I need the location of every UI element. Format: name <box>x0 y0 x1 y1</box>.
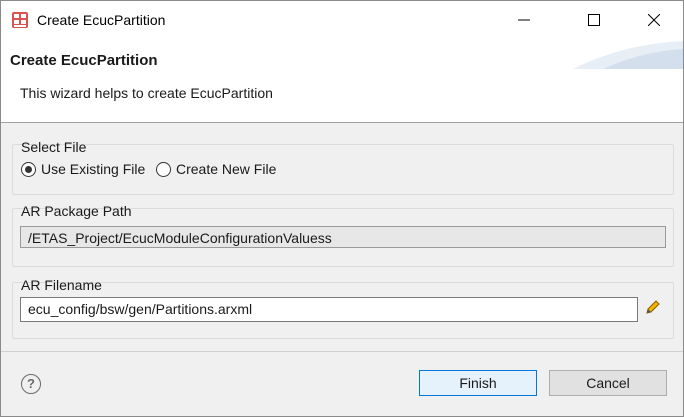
minimize-button[interactable] <box>501 1 547 39</box>
footer-separator <box>1 351 683 352</box>
close-icon <box>648 14 660 26</box>
create-new-file-label: Create New File <box>176 161 277 177</box>
ar-package-path-field: /ETAS_Project/EcucModuleConfigurationVal… <box>20 226 666 248</box>
title-bar[interactable]: Create EcucPartition <box>1 1 683 39</box>
ecu-partition-app-icon <box>11 11 29 29</box>
radio-circle-checked[interactable] <box>21 161 36 177</box>
close-button[interactable] <box>631 1 677 39</box>
help-icon[interactable]: ? <box>21 374 41 394</box>
use-existing-file-radio[interactable]: Use Existing File <box>21 161 145 177</box>
select-file-label: Select File <box>21 139 87 155</box>
finish-button[interactable]: Finish <box>419 370 537 396</box>
banner-decoration <box>573 41 683 69</box>
window-title: Create EcucPartition <box>37 12 166 28</box>
pencil-icon[interactable] <box>644 298 662 316</box>
create-new-file-radio[interactable]: Create New File <box>156 161 276 177</box>
use-existing-file-label: Use Existing File <box>41 161 146 177</box>
minimize-icon <box>518 19 530 21</box>
cancel-button[interactable]: Cancel <box>549 370 667 396</box>
wizard-banner: Create EcucPartition This wizard helps t… <box>1 39 683 123</box>
ar-package-label: AR Package Path <box>21 203 132 219</box>
banner-title: Create EcucPartition <box>10 52 158 69</box>
banner-description: This wizard helps to create EcucPartitio… <box>20 85 273 101</box>
maximize-icon <box>588 14 600 26</box>
maximize-button[interactable] <box>571 1 617 39</box>
wizard-dialog: Create EcucPartition Create EcucPartitio… <box>0 0 684 417</box>
ar-filename-input[interactable]: ecu_config/bsw/gen/Partitions.arxml <box>20 297 638 322</box>
ar-filename-label: AR Filename <box>21 277 102 293</box>
radio-circle[interactable] <box>156 161 171 177</box>
